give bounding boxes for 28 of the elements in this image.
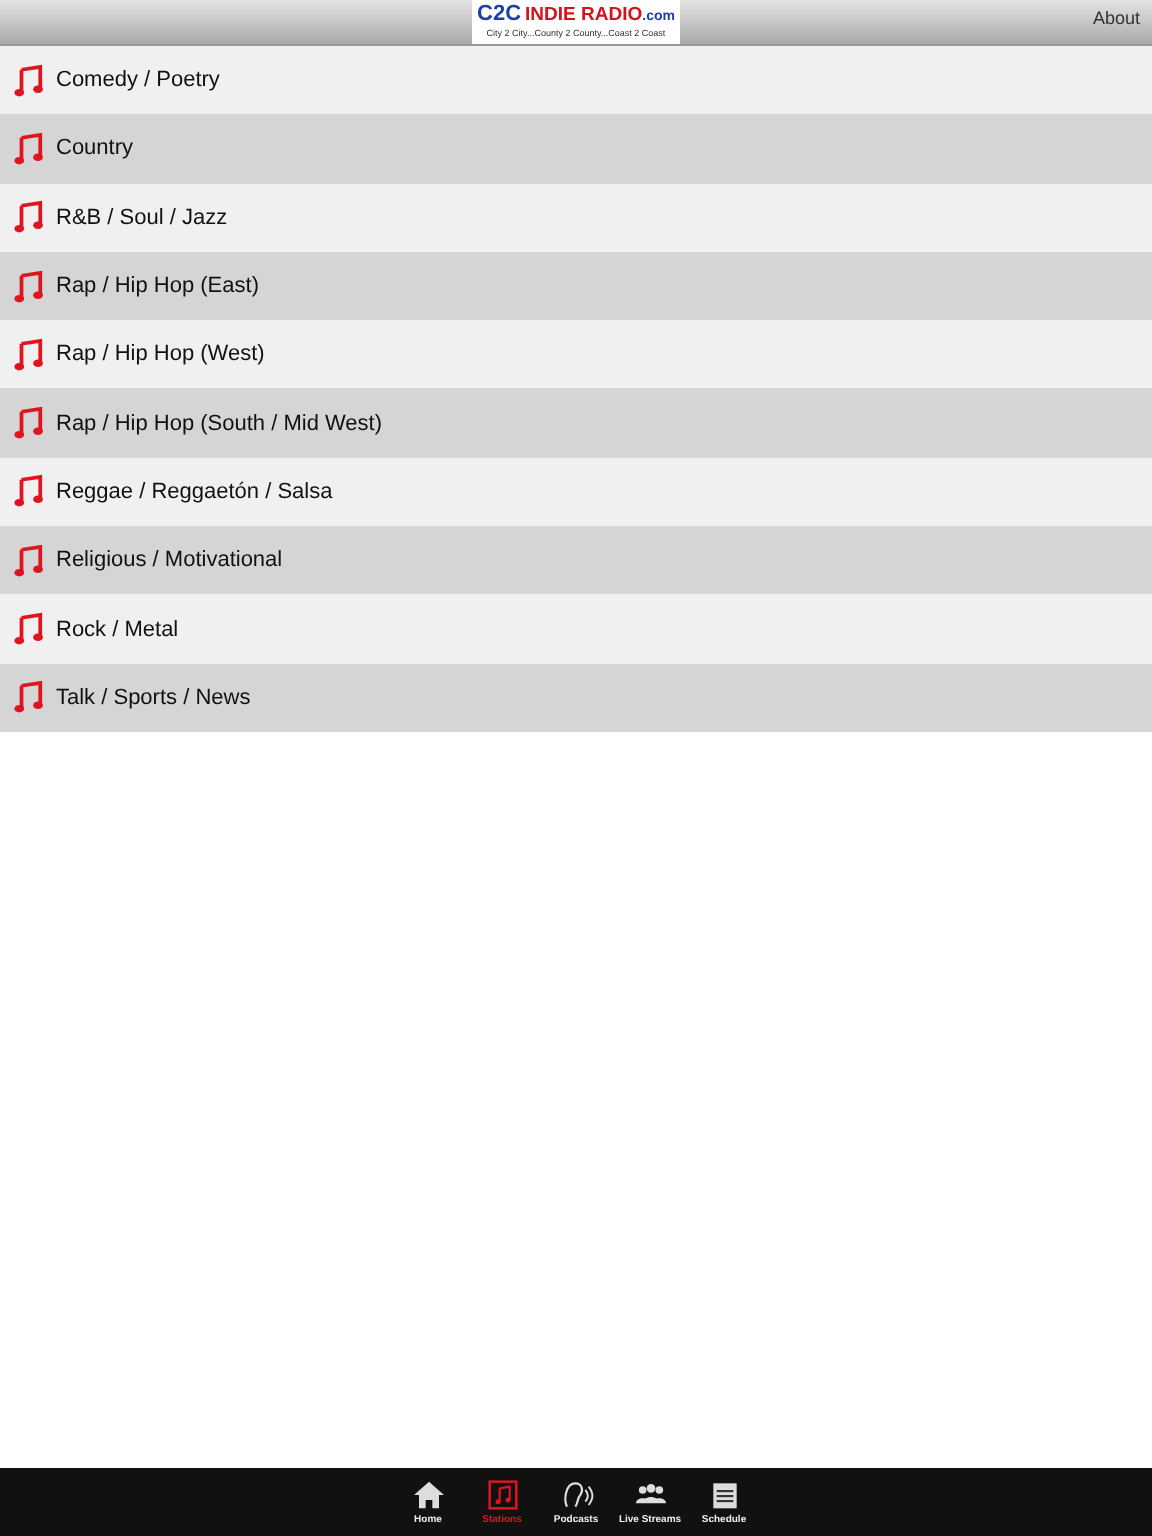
genre-item[interactable]: Talk / Sports / News (0, 663, 1152, 732)
music-note-icon (14, 474, 44, 509)
genre-item[interactable]: Rap / Hip Hop (West) (0, 320, 1152, 389)
genre-item[interactable]: Religious / Motivational (0, 526, 1152, 595)
genre-item[interactable]: Rap / Hip Hop (East) (0, 251, 1152, 321)
genre-item[interactable]: R&B / Soul / Jazz (0, 183, 1152, 252)
people-icon (633, 1479, 667, 1509)
genre-item[interactable]: Comedy / Poetry (0, 46, 1152, 115)
music-note-icon (14, 337, 44, 372)
music-note-icon (14, 680, 44, 715)
music-note-icon (485, 1479, 519, 1509)
calendar-icon (707, 1479, 741, 1509)
logo-mark: C2C (477, 4, 522, 26)
ear-icon (559, 1479, 593, 1509)
logo-name: INDIE RADIO (525, 4, 643, 26)
music-note-icon (14, 200, 44, 235)
music-note-icon (14, 63, 44, 98)
music-note-icon (14, 269, 44, 304)
music-note-icon (14, 612, 44, 647)
genre-item[interactable]: Reggae / Reggaetón / Salsa (0, 457, 1152, 527)
genre-item[interactable]: Rap / Hip Hop (South / Mid West) (0, 388, 1152, 458)
home-icon (411, 1479, 445, 1509)
genre-item[interactable]: Rock / Metal (0, 594, 1152, 664)
about-button[interactable]: About (1092, 8, 1140, 28)
music-note-icon (14, 131, 44, 166)
music-note-icon (14, 406, 44, 441)
music-note-icon (14, 543, 44, 578)
genre-item[interactable]: Country (0, 114, 1152, 184)
